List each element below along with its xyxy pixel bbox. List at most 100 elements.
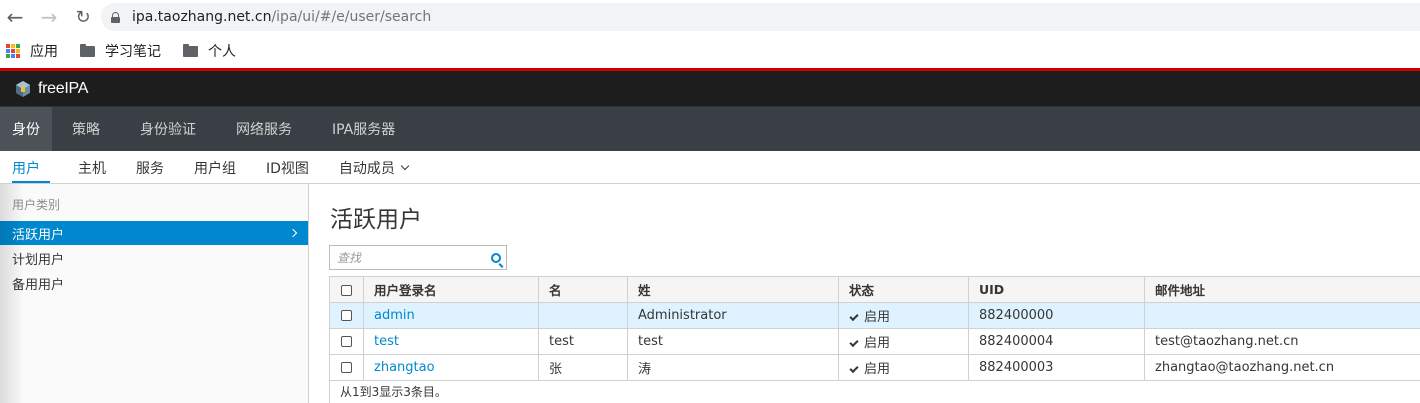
- column-header-first-name[interactable]: 名: [538, 276, 628, 303]
- main-nav-identity[interactable]: 身份: [0, 107, 52, 151]
- main-nav-network-services[interactable]: 网络服务: [216, 107, 312, 151]
- table-header-row: 用户登录名 名 姓 状态 UID 邮件地址: [329, 276, 1420, 303]
- address-bar[interactable]: ipa.taozhang.net.cn/ipa/ui/#/e/user/sear…: [101, 3, 1420, 31]
- sub-nav: 用户 主机 服务 用户组 ID视图 自动成员: [0, 151, 1420, 184]
- table-row[interactable]: test test test 启用 882400004 test@taozhan…: [329, 328, 1420, 355]
- user-login-link[interactable]: test: [374, 334, 399, 349]
- user-login-link[interactable]: zhangtao: [374, 360, 435, 375]
- main-nav: 身份 策略 身份验证 网络服务 IPA服务器: [0, 107, 1420, 151]
- email-cell: zhangtao@taozhang.net.cn: [1144, 354, 1420, 381]
- tab-id-views[interactable]: ID视图: [256, 151, 319, 184]
- chevron-down-icon: [400, 161, 410, 170]
- last-name-cell: test: [627, 328, 839, 355]
- tab-user-groups[interactable]: 用户组: [184, 151, 246, 184]
- status-cell: 启用: [838, 328, 969, 355]
- status-cell: 启用: [838, 354, 969, 381]
- check-icon: [849, 311, 859, 322]
- sidebar-item-label: 计划用户: [12, 252, 65, 268]
- chevron-right-icon: [288, 228, 298, 238]
- tab-automember[interactable]: 自动成员: [329, 151, 418, 184]
- status-text: 启用: [864, 310, 891, 325]
- tab-label: 主机: [78, 160, 106, 177]
- bookmark-personal[interactable]: 个人: [179, 41, 236, 61]
- row-checkbox[interactable]: [341, 336, 352, 347]
- main-nav-policy[interactable]: 策略: [52, 107, 120, 151]
- select-all-cell: [329, 276, 364, 303]
- bookmark-study-notes[interactable]: 学习笔记: [76, 41, 161, 61]
- check-icon: [849, 363, 859, 374]
- status-cell: 启用: [838, 302, 969, 329]
- tab-hosts[interactable]: 主机: [68, 151, 116, 184]
- browser-toolbar: ← → ↻ ipa.taozhang.net.cn/ipa/ui/#/e/use…: [0, 0, 1420, 34]
- tab-services[interactable]: 服务: [126, 151, 174, 184]
- sidebar-item-label: 活跃用户: [12, 227, 65, 243]
- sidebar-item-label: 备用用户: [12, 277, 65, 293]
- search-icon: [490, 252, 501, 263]
- tab-label: 用户: [12, 160, 40, 177]
- login-cell: zhangtao: [363, 354, 539, 381]
- row-select-cell: [329, 354, 364, 381]
- row-select-cell: [329, 328, 364, 355]
- column-header-uid[interactable]: UID: [968, 276, 1145, 303]
- row-select-cell: [329, 302, 364, 329]
- page-title: 活跃用户: [330, 207, 422, 233]
- table-row[interactable]: zhangtao 张 涛 启用 882400003 zhangtao@taozh…: [329, 354, 1420, 381]
- back-icon[interactable]: ←: [0, 2, 30, 32]
- email-cell: [1144, 302, 1420, 329]
- folder-icon: [80, 43, 95, 57]
- first-name-cell: 张: [538, 354, 628, 381]
- bookmark-apps[interactable]: 应用: [6, 41, 58, 61]
- sidebar: 用户类别 活跃用户 计划用户 备用用户: [0, 184, 309, 403]
- column-header-login[interactable]: 用户登录名: [363, 276, 539, 303]
- folder-icon: [183, 43, 198, 57]
- tab-label: 自动成员: [338, 160, 395, 177]
- apps-icon: [6, 44, 20, 58]
- search-box: [329, 245, 507, 270]
- tab-label: 服务: [136, 160, 164, 177]
- search-input[interactable]: [330, 246, 485, 269]
- bookmark-label: 个人: [208, 44, 236, 60]
- bookmarks-bar: 应用 学习笔记 个人: [0, 34, 1420, 68]
- url-path: /ipa/ui/#/e/user/search: [271, 9, 432, 25]
- row-checkbox[interactable]: [341, 362, 352, 373]
- last-name-cell: 涛: [627, 354, 839, 381]
- reload-icon[interactable]: ↻: [68, 2, 98, 32]
- tab-users[interactable]: 用户: [0, 151, 50, 184]
- status-text: 启用: [864, 362, 891, 377]
- check-icon: [849, 337, 859, 348]
- bookmark-label: 学习笔记: [105, 44, 161, 60]
- first-name-cell: test: [538, 328, 628, 355]
- login-cell: admin: [363, 302, 539, 329]
- select-all-checkbox[interactable]: [341, 285, 352, 296]
- last-name-cell: Administrator: [627, 302, 839, 329]
- uid-cell: 882400003: [968, 354, 1145, 381]
- freeipa-logo-icon[interactable]: [14, 80, 32, 98]
- sidebar-item-preserved-users[interactable]: 备用用户: [0, 271, 308, 295]
- login-cell: test: [363, 328, 539, 355]
- tab-label: ID视图: [266, 160, 309, 177]
- sidebar-heading: 用户类别: [12, 198, 61, 212]
- sidebar-item-active-users[interactable]: 活跃用户: [0, 221, 308, 245]
- lock-icon: [111, 11, 120, 23]
- main-nav-ipa-server[interactable]: IPA服务器: [312, 107, 415, 151]
- user-login-link[interactable]: admin: [374, 308, 415, 323]
- brand-name[interactable]: freeIPA: [38, 80, 88, 98]
- app-header: freeIPA: [0, 71, 1420, 107]
- users-table: 用户登录名 名 姓 状态 UID 邮件地址 admin Administrato…: [329, 276, 1420, 381]
- email-cell: test@taozhang.net.cn: [1144, 328, 1420, 355]
- tab-label: 用户组: [194, 160, 236, 177]
- uid-cell: 882400004: [968, 328, 1145, 355]
- table-summary: 从1到3显示3条目。: [329, 379, 1420, 403]
- search-button[interactable]: [485, 246, 506, 269]
- forward-icon[interactable]: →: [34, 2, 64, 32]
- status-text: 启用: [864, 336, 891, 351]
- uid-cell: 882400000: [968, 302, 1145, 329]
- column-header-email[interactable]: 邮件地址: [1144, 276, 1420, 303]
- row-checkbox[interactable]: [341, 310, 352, 321]
- main-nav-authentication[interactable]: 身份验证: [120, 107, 216, 151]
- column-header-status[interactable]: 状态: [838, 276, 969, 303]
- sidebar-item-stage-users[interactable]: 计划用户: [0, 246, 308, 270]
- table-row[interactable]: admin Administrator 启用 882400000: [329, 302, 1420, 329]
- column-header-last-name[interactable]: 姓: [627, 276, 839, 303]
- bookmark-label: 应用: [30, 44, 58, 60]
